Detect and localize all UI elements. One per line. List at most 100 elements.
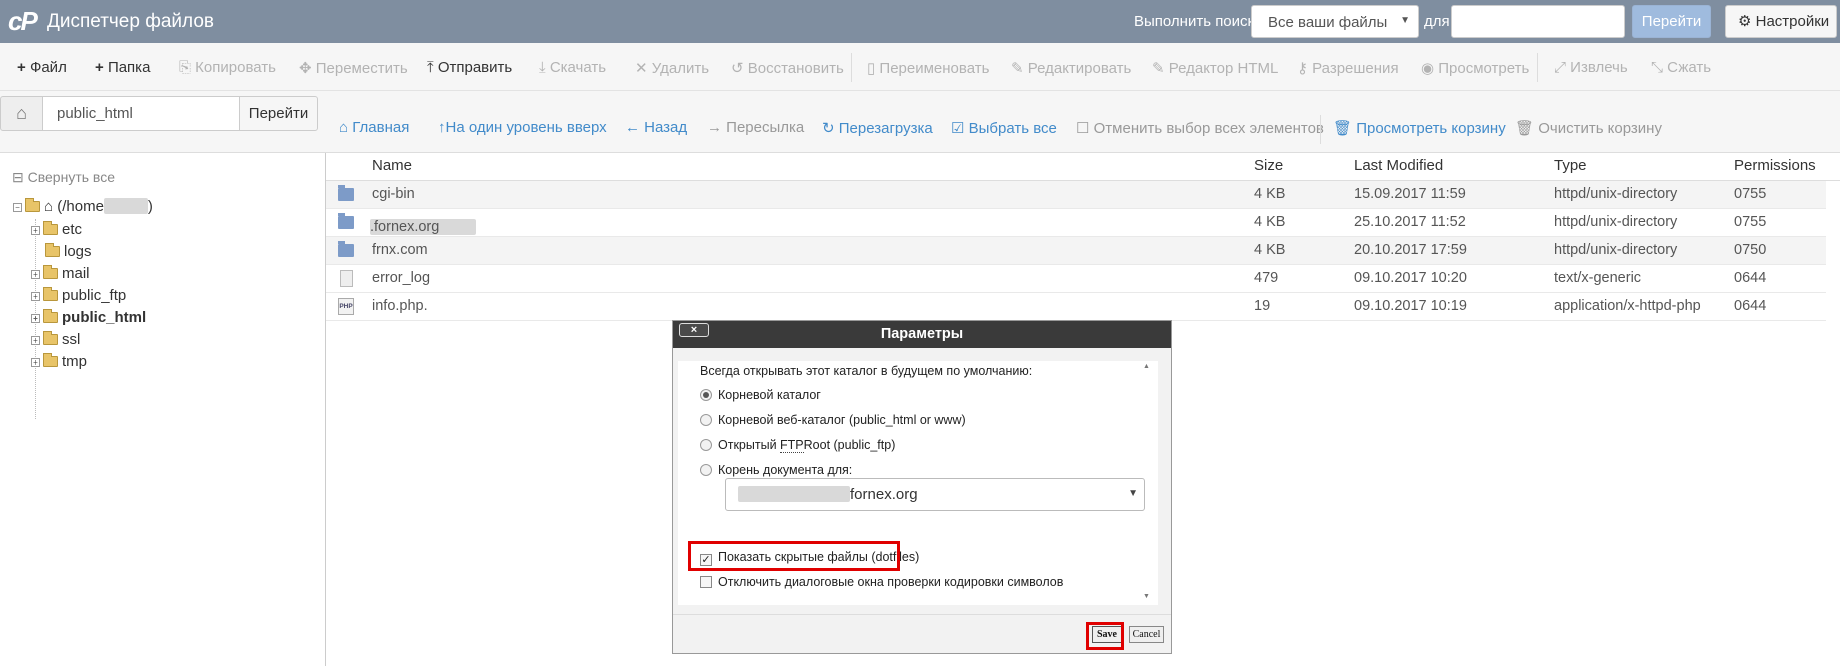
settings-button[interactable]: ⚙ Настройки — [1725, 5, 1837, 38]
permissions-button[interactable]: ⚷ Разрешения — [1297, 59, 1399, 77]
new-folder-button[interactable]: + Папка — [95, 59, 150, 76]
collapse-icon: − — [13, 203, 22, 212]
navbar-divider — [1320, 115, 1321, 144]
search-scope-value: Все ваши файлы — [1268, 14, 1388, 31]
level-up-icon: ↑ — [438, 119, 446, 136]
expand-icon: + — [31, 270, 40, 279]
file-size: 4 KB — [1254, 242, 1286, 258]
pencil-icon: ✎ — [1011, 60, 1028, 77]
tree-item-public-html[interactable]: + public_html — [31, 309, 146, 326]
up-one-level-link[interactable]: ↑На один уровень вверх — [438, 119, 607, 136]
close-icon: ✕ — [635, 60, 652, 77]
redacted-username — [103, 198, 148, 214]
tree-item-tmp[interactable]: + tmp — [31, 353, 87, 370]
folder-icon — [43, 353, 58, 367]
table-row[interactable]: cgi-bin 4 KB 15.09.2017 11:59 httpd/unix… — [326, 181, 1826, 209]
edit-button[interactable]: ✎ Редактировать — [1011, 59, 1131, 77]
collapse-all-link[interactable]: ⊟ Свернуть все — [12, 169, 115, 186]
tree-item-mail[interactable]: + mail — [31, 265, 90, 282]
expand-icon: + — [31, 292, 40, 301]
empty-trash-link[interactable]: 🗑 Очистить корзину — [1515, 119, 1662, 137]
folder-tree: ⊟ Свернуть все − ⌂ (/home) + etc logs + mai… — [0, 153, 326, 666]
file-modified: 15.09.2017 11:59 — [1354, 186, 1466, 202]
eye-icon: ◉ — [1421, 60, 1439, 77]
file-name: info.php. — [372, 298, 428, 314]
home-icon: ⌂ — [44, 198, 58, 215]
settings-label: Настройки — [1755, 13, 1830, 30]
compress-button[interactable]: ⤡ Сжать — [1651, 59, 1711, 76]
move-button[interactable]: ✥ Переместить — [299, 59, 408, 77]
delete-button[interactable]: ✕ Удалить — [635, 59, 709, 77]
tree-item-public-ftp[interactable]: + public_ftp — [31, 287, 126, 304]
tree-item-etc[interactable]: + etc — [31, 221, 82, 238]
reload-link[interactable]: ↻ Перезагрузка — [822, 119, 933, 137]
folder-icon — [45, 243, 60, 257]
new-file-button[interactable]: + Файл — [17, 59, 67, 76]
restore-button[interactable]: ↺ Восстановить — [731, 59, 844, 77]
column-header-permissions[interactable]: Permissions — [1734, 157, 1816, 174]
extract-button[interactable]: ⤢ Извлечь — [1554, 59, 1628, 76]
cancel-button[interactable]: Cancel — [1129, 626, 1164, 643]
compress-icon: ⤡ — [1651, 59, 1668, 76]
path-input[interactable]: public_html — [42, 96, 240, 131]
html-editor-button[interactable]: ✎ Редактор HTML — [1152, 59, 1278, 77]
scroll-down-icon[interactable]: ▼ — [1143, 593, 1150, 600]
scroll-up-icon[interactable]: ▲ — [1143, 363, 1150, 370]
column-header-size[interactable]: Size — [1254, 157, 1283, 174]
docroot-select[interactable]: fornex.org ▼ — [725, 478, 1145, 511]
select-all-link[interactable]: ☑ Выбрать все — [951, 119, 1057, 137]
deselect-all-link[interactable]: ☐ Отменить выбор всех элементов — [1076, 119, 1324, 137]
view-button[interactable]: ◉ Просмотреть — [1421, 59, 1529, 77]
search-input[interactable] — [1451, 5, 1625, 38]
undo-icon: ↺ — [731, 60, 748, 77]
home-link[interactable]: ⌂ Главная — [339, 119, 409, 136]
radio-home-dir[interactable]: Корневой каталог — [700, 388, 821, 402]
tree-root[interactable]: − ⌂ (/home) — [13, 198, 153, 215]
file-size: 4 KB — [1254, 186, 1286, 202]
minus-square-icon: ⊟ — [12, 169, 28, 185]
disable-charset-checkbox[interactable]: Отключить диалоговые окна проверки кодир… — [700, 575, 1063, 589]
file-permissions: 0644 — [1734, 270, 1767, 286]
back-link[interactable]: ← Назад — [625, 119, 687, 136]
redacted-domain — [738, 486, 850, 502]
arrow-right-icon: → — [707, 119, 727, 136]
column-header-modified[interactable]: Last Modified — [1354, 157, 1443, 174]
column-header-name[interactable]: Name — [372, 157, 412, 174]
file-modified: 20.10.2017 17:59 — [1354, 242, 1467, 258]
folder-icon — [43, 309, 58, 323]
path-go-button[interactable]: Перейти — [239, 96, 318, 131]
search-go-button[interactable]: Перейти — [1632, 5, 1711, 38]
search-scope-select[interactable]: Все ваши файлы ▼ — [1251, 5, 1419, 38]
download-button[interactable]: ⤓ Скачать — [539, 59, 606, 76]
table-row[interactable]: .fornex.org 4 KB 25.10.2017 11:52 httpd/… — [326, 209, 1826, 237]
rename-button[interactable]: ▯ Переименовать — [867, 59, 989, 77]
file-permissions: 0755 — [1734, 186, 1767, 202]
toolbar: + Файл + Папка ⎘ Копировать ✥ Переместит… — [0, 43, 1840, 91]
upload-button[interactable]: ⤒ Отправить — [427, 59, 512, 76]
refresh-icon: ↻ — [822, 120, 839, 137]
table-row[interactable]: error_log 479 09.10.2017 10:20 text/x-ge… — [326, 265, 1826, 293]
forward-link[interactable]: → Пересылка — [707, 119, 804, 136]
checkbox-icon: ☑ — [951, 120, 969, 137]
radio-docroot[interactable]: Корень документа для: — [700, 463, 852, 477]
folder-icon — [43, 287, 58, 301]
table-row[interactable]: PHP info.php. 19 09.10.2017 10:19 applic… — [326, 293, 1826, 321]
file-name: frnx.com — [372, 242, 428, 258]
view-trash-link[interactable]: 🗑 Просмотреть корзину — [1333, 119, 1506, 137]
copy-icon: ⎘ — [179, 59, 196, 76]
dialog-scrollbar[interactable]: ▲ ▼ — [1141, 361, 1155, 605]
home-icon[interactable]: ⌂ — [0, 96, 43, 131]
file-modified: 25.10.2017 11:52 — [1354, 214, 1466, 230]
folder-open-icon — [25, 198, 40, 212]
table-row[interactable]: frnx.com 4 KB 20.10.2017 17:59 httpd/uni… — [326, 237, 1826, 265]
tree-item-ssl[interactable]: + ssl — [31, 331, 80, 348]
copy-button[interactable]: ⎘ Копировать — [179, 59, 276, 76]
gear-icon: ⚙ — [1738, 13, 1752, 30]
folder-icon — [43, 265, 58, 279]
column-header-type[interactable]: Type — [1554, 157, 1587, 174]
radio-web-root[interactable]: Корневой веб-каталог (public_html or www… — [700, 413, 966, 427]
caret-down-icon: ▼ — [1400, 15, 1410, 26]
tree-item-logs[interactable]: logs — [45, 243, 92, 260]
for-label: для — [1424, 13, 1450, 30]
radio-ftp-root[interactable]: Открытый FTPRoot (public_ftp) — [700, 438, 895, 453]
